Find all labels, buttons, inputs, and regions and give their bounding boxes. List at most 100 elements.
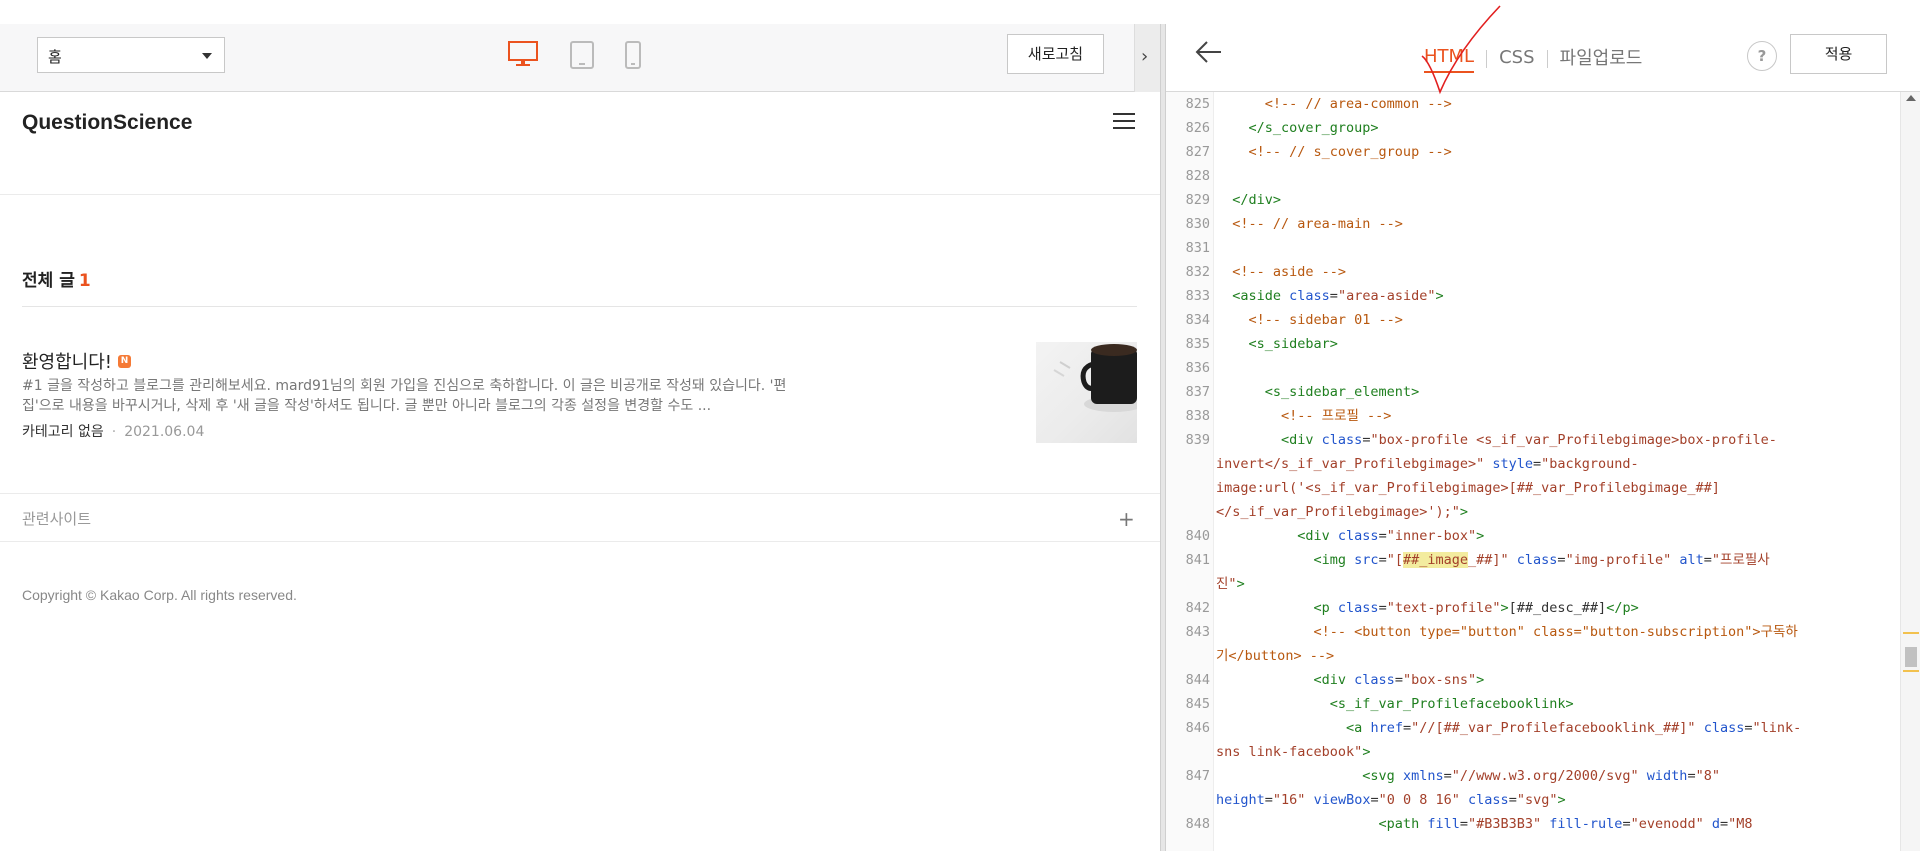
hamburger-menu-icon[interactable] xyxy=(1113,112,1135,134)
code-token: src xyxy=(1354,552,1379,568)
code-token: </div> xyxy=(1216,192,1282,208)
line-number: 842 xyxy=(1185,600,1210,616)
code-token: <!-- // area-common --> xyxy=(1216,96,1452,112)
code-token: "box-sns" xyxy=(1402,672,1477,688)
code-token: <s_sidebar> xyxy=(1216,336,1338,352)
plus-icon[interactable]: + xyxy=(1118,507,1135,531)
code-line: invert</s_if_var_Profilebgimage>" style=… xyxy=(1216,452,1639,476)
line-number: 832 xyxy=(1185,264,1210,280)
apply-button[interactable]: 적용 xyxy=(1790,34,1887,74)
code-token: <a xyxy=(1216,720,1371,736)
line-number: 847 xyxy=(1185,768,1210,784)
mobile-view-icon[interactable] xyxy=(625,41,641,73)
code-token: "#B3B3B3" xyxy=(1467,816,1542,832)
post-title-link[interactable]: 환영합니다! N xyxy=(22,348,132,374)
code-token: _##]" xyxy=(1468,552,1509,568)
code-line: </s_cover_group> xyxy=(1216,116,1379,140)
post-category[interactable]: 카테고리 없음 xyxy=(22,424,104,440)
code-token: d xyxy=(1711,816,1721,832)
code-line: 진"> xyxy=(1216,572,1245,596)
code-token: class xyxy=(1354,672,1395,688)
code-token: <svg xyxy=(1216,768,1403,784)
line-number: 835 xyxy=(1185,336,1210,352)
line-number: 848 xyxy=(1185,816,1210,832)
post-thumbnail[interactable] xyxy=(1036,342,1137,443)
code-token: <div xyxy=(1216,528,1338,544)
code-token: = xyxy=(1378,528,1387,544)
blog-title[interactable]: QuestionScience xyxy=(22,111,192,135)
code-token: = xyxy=(1744,720,1753,736)
post-meta: 카테고리 없음 · 2021.06.04 xyxy=(22,421,204,441)
page-select[interactable]: 홈 xyxy=(37,37,225,73)
code-token: ##_image xyxy=(1402,552,1468,568)
code-token: > xyxy=(1476,672,1485,688)
code-line: 기</button> --> xyxy=(1216,644,1334,668)
divider xyxy=(22,306,1137,307)
line-number: 845 xyxy=(1185,696,1210,712)
code-token: "box-profile <s_if_var_Profilebgimage>bo… xyxy=(1370,432,1777,448)
all-posts-count: 1 xyxy=(78,271,91,291)
code-token: = xyxy=(1394,672,1403,688)
post-excerpt[interactable]: #1 글을 작성하고 블로그를 관리해보세요. mard91님의 회원 가입을 … xyxy=(22,376,792,416)
code-token: xmlns xyxy=(1402,768,1444,784)
line-number: 839 xyxy=(1185,432,1210,448)
line-number: 831 xyxy=(1185,240,1210,256)
help-button[interactable]: ? xyxy=(1747,41,1777,71)
code-token: class xyxy=(1289,288,1330,304)
code-token: height xyxy=(1216,792,1265,808)
editor-scrollbar[interactable] xyxy=(1900,92,1920,851)
code-token: sns link-facebook" xyxy=(1216,744,1363,760)
code-line: <!-- 프로필 --> xyxy=(1216,404,1391,428)
line-number: 825 xyxy=(1185,96,1210,112)
code-line: </div> xyxy=(1216,188,1281,212)
code-token: </s_if_var_Profilebgimage>');" xyxy=(1216,504,1460,520)
tab-file-upload[interactable]: 파일업로드 xyxy=(1560,44,1643,74)
line-number: 838 xyxy=(1185,408,1210,424)
code-token: class xyxy=(1337,528,1379,544)
code-token: > xyxy=(1476,528,1485,544)
desktop-view-icon[interactable] xyxy=(508,41,538,71)
code-token: = xyxy=(1687,768,1696,784)
scroll-up-arrow-icon[interactable] xyxy=(1906,95,1916,101)
all-posts-label: 전체 글 xyxy=(22,271,75,291)
code-token: <p xyxy=(1216,600,1338,616)
code-token: "M8 xyxy=(1728,816,1753,832)
refresh-button[interactable]: 새로고침 xyxy=(1007,34,1104,74)
code-line: image:url('<s_if_var_Profilebgimage>[##_… xyxy=(1216,476,1720,500)
collapse-panel-button[interactable]: › xyxy=(1134,24,1160,92)
code-token: = xyxy=(1370,792,1379,808)
code-token: "text-profile" xyxy=(1386,600,1501,616)
code-token: <path xyxy=(1216,816,1428,832)
back-arrow-icon[interactable] xyxy=(1194,40,1222,68)
tablet-view-icon[interactable] xyxy=(570,41,594,73)
tab-css[interactable]: CSS xyxy=(1499,47,1534,72)
divider xyxy=(0,493,1160,494)
chevron-right-icon: › xyxy=(1141,46,1149,67)
code-line: <a href="//[##_var_Profilefacebooklink_#… xyxy=(1216,716,1801,740)
related-sites-label[interactable]: 관련사이트 xyxy=(22,508,91,529)
preview-pane: 홈 새로고침 › QuestionScience 전체 글1 환영합니다! N … xyxy=(0,0,1160,851)
code-token: <!-- <button type="button" class="button… xyxy=(1216,624,1798,640)
code-token: <!-- // area-main --> xyxy=(1216,216,1403,232)
code-editor[interactable]: 825 <!-- // area-common --> 826 </s_cover… xyxy=(1166,92,1900,851)
code-line: <!-- sidebar 01 --> xyxy=(1216,308,1403,332)
code-token: <div xyxy=(1216,432,1322,448)
all-posts-heading: 전체 글1 xyxy=(22,266,91,291)
code-token: > xyxy=(1236,576,1245,592)
scrollbar-thumb[interactable] xyxy=(1905,647,1917,667)
code-line: <!-- // s_cover_group --> xyxy=(1216,140,1452,164)
code-token: class xyxy=(1516,552,1558,568)
new-badge: N xyxy=(118,354,132,368)
line-number: 837 xyxy=(1185,384,1210,400)
line-number: 846 xyxy=(1185,720,1210,736)
code-token: <s_sidebar_element> xyxy=(1216,384,1420,400)
code-line: <s_if_var_Profilefacebooklink> xyxy=(1216,692,1574,716)
code-line: <s_sidebar_element> xyxy=(1216,380,1419,404)
code-token: fill-rule xyxy=(1549,816,1623,832)
editor-pane: HTML CSS 파일업로드 ? 적용 825 <!-- // area-com… xyxy=(1166,5,1920,851)
code-token: "16" xyxy=(1272,792,1306,808)
